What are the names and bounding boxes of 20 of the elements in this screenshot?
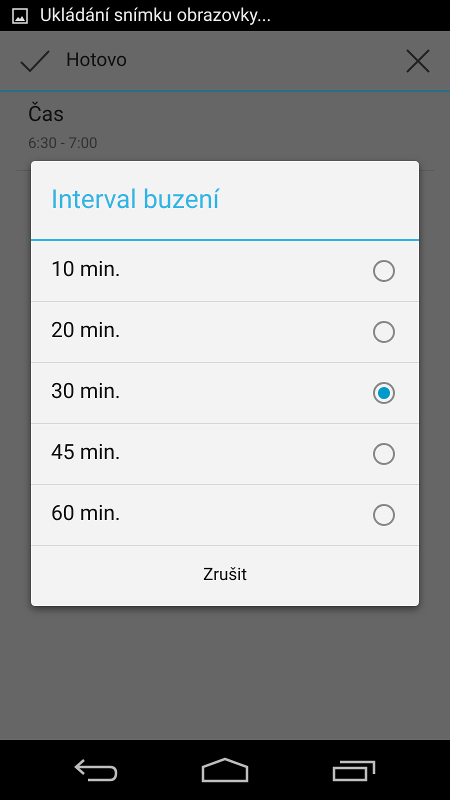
home-icon[interactable] — [200, 757, 249, 783]
interval-option[interactable]: 60 min. — [31, 485, 419, 546]
interval-option[interactable]: 10 min. — [31, 241, 419, 302]
interval-option[interactable]: 30 min. — [31, 363, 419, 424]
radio-button[interactable] — [373, 443, 395, 465]
dialog-title: Interval buzení — [51, 184, 220, 216]
cancel-button[interactable]: Zrušit — [31, 546, 419, 606]
notification-text: Ukládání snímku obrazovky... — [40, 4, 272, 28]
check-icon — [20, 48, 50, 72]
radio-button[interactable] — [373, 321, 395, 343]
interval-option[interactable]: 45 min. — [31, 424, 419, 485]
radio-button[interactable] — [373, 504, 395, 526]
recent-apps-icon[interactable] — [332, 758, 376, 782]
close-icon — [406, 48, 430, 72]
image-icon — [12, 8, 28, 24]
radio-button[interactable] — [373, 382, 395, 404]
back-icon[interactable] — [74, 758, 118, 782]
setting-title: Čas — [28, 100, 65, 129]
interval-option[interactable]: 20 min. — [31, 302, 419, 363]
radio-button[interactable] — [373, 260, 395, 282]
